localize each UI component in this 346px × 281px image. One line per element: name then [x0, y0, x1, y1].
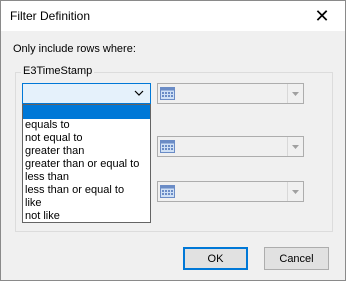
close-button[interactable]: ✕ — [299, 1, 345, 31]
dropdown-button[interactable] — [287, 84, 303, 103]
value-date-picker-3[interactable] — [157, 181, 304, 202]
calendar-icon — [160, 87, 175, 100]
list-item[interactable]: greater than — [23, 145, 150, 158]
list-item[interactable]: not like — [23, 210, 150, 223]
close-icon: ✕ — [314, 6, 330, 26]
group-label: E3TimeStamp — [21, 65, 95, 77]
calendar-icon — [160, 140, 175, 153]
list-item[interactable]: less than — [23, 171, 150, 184]
chevron-down-icon — [292, 91, 299, 96]
filter-definition-dialog: Filter Definition ✕ Only include rows wh… — [0, 0, 346, 281]
operator-combo[interactable] — [22, 83, 151, 104]
calendar-icon — [160, 185, 175, 198]
chevron-down-icon — [292, 189, 299, 194]
list-item[interactable]: not equal to — [23, 132, 150, 145]
list-item[interactable]: like — [23, 197, 150, 210]
chevron-down-icon — [292, 144, 299, 149]
value-date-picker-2[interactable] — [157, 136, 304, 157]
intro-label: Only include rows where: — [13, 43, 136, 55]
dialog-title: Filter Definition — [10, 9, 91, 23]
dropdown-button[interactable] — [287, 182, 303, 201]
ok-button[interactable]: OK — [183, 247, 248, 270]
cancel-button[interactable]: Cancel — [264, 247, 329, 270]
title-bar: Filter Definition ✕ — [1, 1, 345, 31]
list-item[interactable]: less than or equal to — [23, 184, 150, 197]
list-item[interactable]: equals to — [23, 119, 150, 132]
value-date-picker-1[interactable] — [157, 83, 304, 104]
list-item-blank-selected[interactable] — [23, 105, 150, 119]
operator-dropdown-list: equals to not equal to greater than grea… — [22, 104, 151, 223]
chevron-down-icon — [134, 90, 144, 96]
dropdown-button[interactable] — [287, 137, 303, 156]
list-item[interactable]: greater than or equal to — [23, 158, 150, 171]
